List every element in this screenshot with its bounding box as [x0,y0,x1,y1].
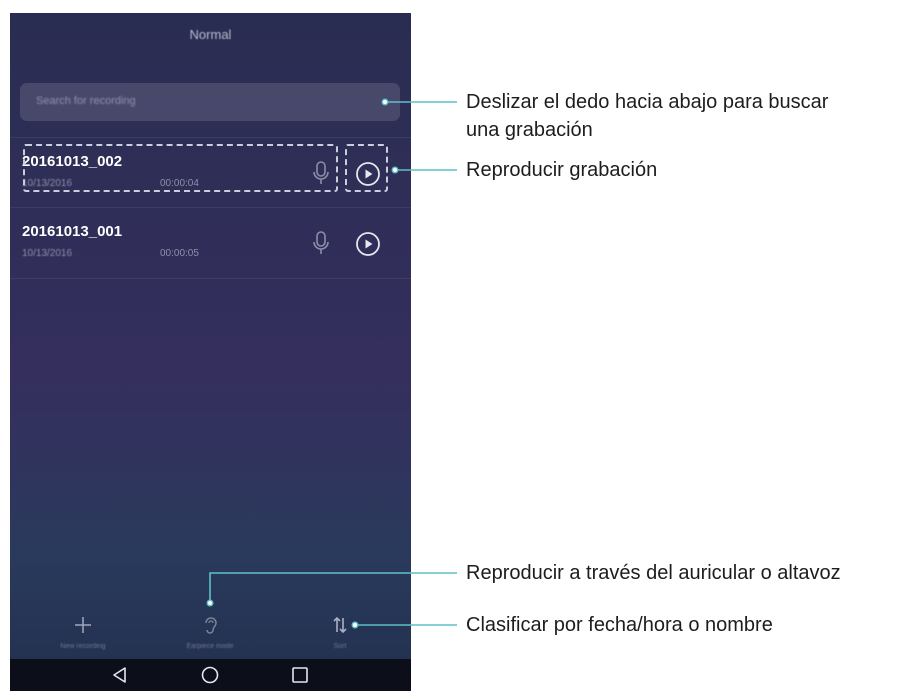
callout-search: Deslizar el dedo hacia abajo para buscar… [466,91,829,141]
callout-sort: Clasificar por fecha/hora o nombre [466,614,773,636]
callout-earpiece: Reproducir a través del auricular o alta… [466,562,841,584]
callout-play: Reproducir grabación [466,159,658,181]
